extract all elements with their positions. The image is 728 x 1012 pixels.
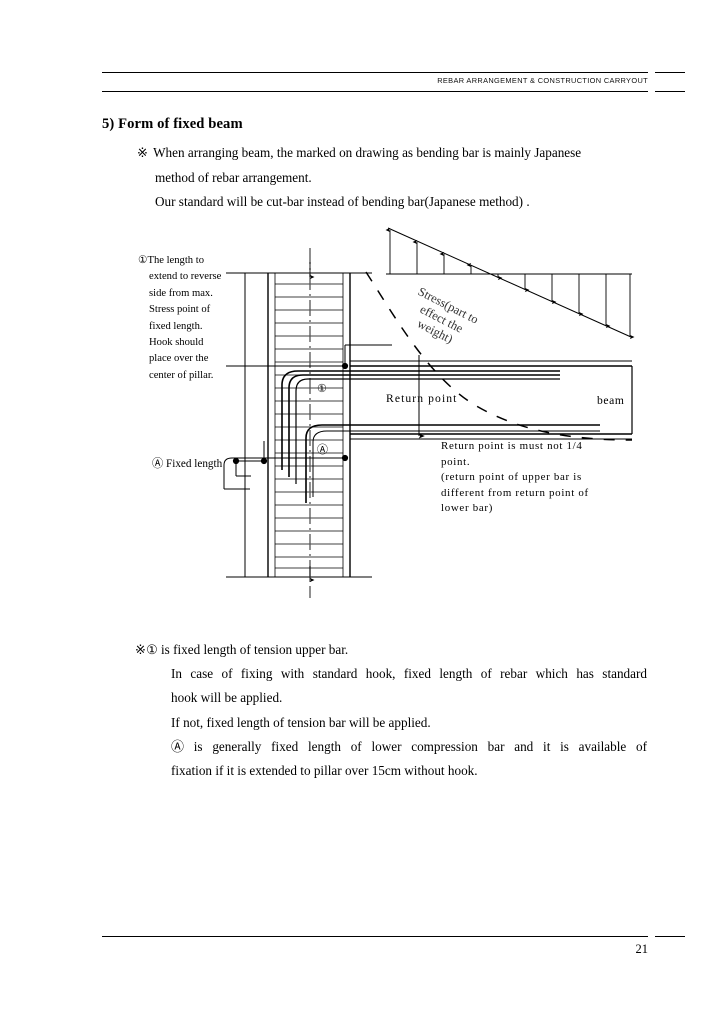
circled-one-marker-icon: ① bbox=[138, 255, 148, 266]
outro-line-3: hook will be applied. bbox=[171, 690, 283, 706]
column-outline bbox=[245, 272, 372, 578]
return-point-label: Return point bbox=[386, 392, 458, 405]
return-point-note-line-1: Return point is must not 1/4 bbox=[441, 440, 583, 452]
outro-line-6: fixation if it is extended to pillar ove… bbox=[171, 763, 478, 779]
circled-one-marker-icon-2: ① bbox=[146, 642, 158, 657]
header-title: REBAR ARRANGEMENT & CONSTRUCTION CARRYOU… bbox=[437, 76, 648, 85]
outro-line-5: Ⓐ is generally fixed length of lower com… bbox=[171, 735, 647, 759]
return-point-note-line-5: lower bar) bbox=[441, 502, 494, 515]
left-note-line-7: place over the bbox=[149, 353, 209, 365]
header-rule-top bbox=[102, 72, 648, 73]
fixed-length-callout bbox=[232, 441, 268, 477]
stress-effect-label: Stress(part to effect the weight) bbox=[378, 272, 505, 365]
left-note-line-1-text: The length to bbox=[147, 255, 205, 266]
reference-mark-icon: ※ bbox=[137, 145, 149, 160]
intro-line-2: method of rebar arrangement. bbox=[155, 169, 312, 185]
fixed-length-label: Ⓐ Fixed length bbox=[152, 458, 223, 470]
return-point-note: Return point is must not 1/4 point. (ret… bbox=[441, 439, 641, 517]
beam-label: beam bbox=[597, 394, 625, 407]
page-number: 21 bbox=[635, 942, 649, 956]
footer-rule-stub bbox=[655, 936, 685, 937]
left-note-line-5: fixed length. bbox=[149, 320, 203, 332]
return-point-note-line-3: (return point of upper bar is bbox=[441, 471, 582, 484]
circled-a-marker-icon: Ⓐ bbox=[171, 738, 185, 754]
column-ties bbox=[275, 283, 343, 569]
outro-paragraph: ※① is fixed length of tension upper bar.… bbox=[135, 638, 647, 783]
document-page: REBAR ARRANGEMENT & CONSTRUCTION CARRYOU… bbox=[0, 0, 728, 1012]
left-note-line-8: center of pillar. bbox=[149, 369, 214, 381]
intro-line-1: ※ When arranging beam, the marked on draw… bbox=[137, 141, 645, 166]
header-rule-bottom-stub bbox=[655, 91, 685, 92]
left-note-line-3: side from max. bbox=[149, 287, 213, 299]
outro-line-5-text: is generally fixed length of lower compr… bbox=[184, 738, 647, 754]
reference-mark-icon-2: ※ bbox=[135, 642, 147, 657]
badge-upper-bar-circled-one: ① bbox=[317, 383, 327, 395]
dimension-lower-fixed-length bbox=[223, 454, 349, 490]
intro-line-1-text: When arranging beam, the marked on drawi… bbox=[153, 145, 582, 160]
page-title: 5) Form of fixed beam bbox=[102, 116, 243, 132]
badge-lower-bar-circled-a: Ⓐ bbox=[317, 444, 328, 456]
outro-line-2: In case of fixing with standard hook, fi… bbox=[171, 666, 647, 682]
header-rule-bottom bbox=[102, 91, 648, 92]
outro-line-1: ※① is fixed length of tension upper bar. bbox=[135, 638, 647, 662]
intro-paragraph: ※ When arranging beam, the marked on draw… bbox=[137, 141, 645, 215]
left-note-line-4: Stress point of bbox=[149, 304, 211, 316]
outro-line-4: If not, fixed length of tension bar will… bbox=[171, 714, 431, 730]
left-note-line-1: ①The length to bbox=[138, 253, 234, 269]
dimension-upper-fixed-length bbox=[245, 344, 392, 370]
left-annotation-note: ①The length to extend to reverse side fr… bbox=[138, 253, 234, 384]
return-point-note-line-4: different from return point of bbox=[441, 486, 589, 499]
intro-line-3: Our standard will be cut-bar instead of … bbox=[155, 194, 530, 209]
left-note-line-6: Hook should bbox=[149, 337, 204, 349]
left-note-line-2: extend to reverse bbox=[149, 271, 222, 283]
return-point-note-line-2: point. bbox=[441, 455, 471, 468]
header-rule-top-stub bbox=[655, 72, 685, 73]
outro-line-1-text: is fixed length of tension upper bar. bbox=[157, 642, 349, 657]
footer-rule bbox=[102, 936, 648, 937]
